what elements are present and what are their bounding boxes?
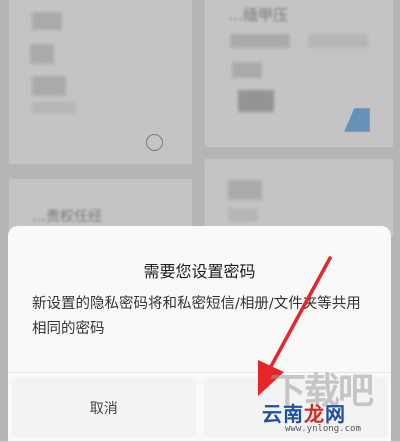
- watermark-url: www.ynlong.com: [285, 424, 361, 434]
- watermark-brand: 云南龙网: [262, 402, 346, 426]
- watermark-logo: 云南龙网: [262, 398, 346, 427]
